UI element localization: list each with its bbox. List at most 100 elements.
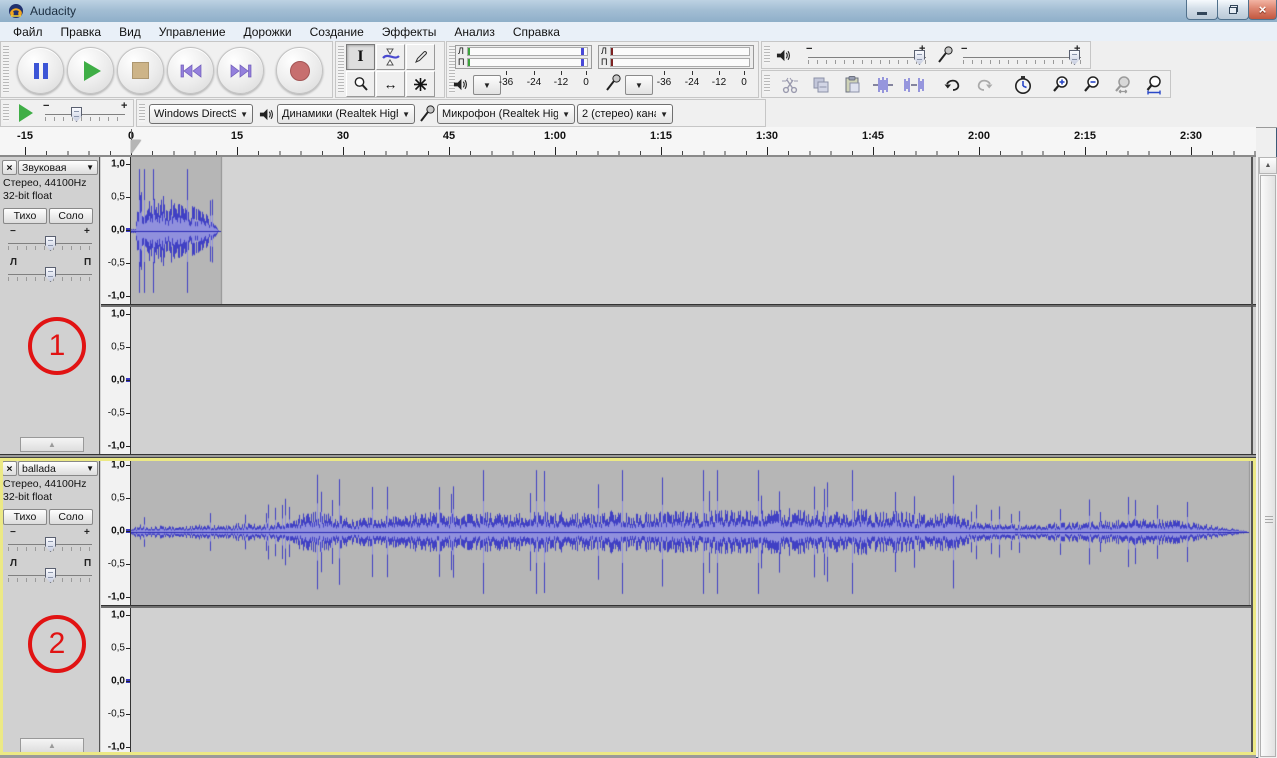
recording-channels-dropdown[interactable]: 2 (стерео) канал▼ (577, 104, 673, 124)
skip-start-button[interactable] (167, 47, 214, 94)
playback-meter-start-mark (468, 48, 470, 55)
menu-file[interactable]: Файл (4, 25, 52, 39)
cut-button[interactable] (775, 72, 805, 97)
redo-icon (974, 75, 994, 95)
zoom-in-button[interactable] (1046, 72, 1076, 97)
redo-button[interactable] (969, 72, 999, 97)
annotation-circle-1: 1 (28, 317, 86, 375)
output-volume-slider[interactable] (808, 57, 926, 64)
transport-toolbar-grip[interactable] (3, 46, 9, 93)
playback-device-dropdown[interactable]: Динамики (Realtek High Defin▼ (277, 104, 415, 124)
time-shift-icon: ↔ (384, 76, 398, 92)
copy-button[interactable] (806, 72, 836, 97)
timeline-label: 2:15 (1074, 130, 1096, 142)
menu-tracks[interactable]: Дорожки (235, 25, 301, 39)
track-2-close-button[interactable]: × (2, 461, 17, 476)
skip-end-button[interactable] (217, 47, 264, 94)
menu-transport[interactable]: Управление (150, 25, 235, 39)
vertical-scrollbar[interactable]: ▲ (1258, 157, 1277, 758)
fit-project-button[interactable] (1139, 72, 1169, 97)
track-2-ch1-ruler[interactable]: 1,0 0,5 0,0 -0,5 -1,0 (101, 458, 131, 605)
play-speed-slider[interactable] (45, 114, 125, 121)
track-1-ch1-ruler[interactable]: 1,0 0,5 0,0 -0,5 -1,0 (101, 157, 131, 304)
timeline-minor-ticks (25, 151, 1256, 155)
undo-button[interactable] (938, 72, 968, 97)
mixer-toolbar-grip[interactable] (764, 46, 770, 64)
trim-button[interactable] (868, 72, 898, 97)
paste-button[interactable] (837, 72, 867, 97)
edit-toolbar-grip[interactable] (764, 75, 770, 93)
multi-tool-button[interactable] (406, 71, 435, 97)
track-2-ch2-ruler[interactable]: 1,0 0,5 0,0 -0,5 -1,0 (101, 608, 131, 755)
stop-button[interactable] (117, 47, 164, 94)
menu-generate[interactable]: Создание (301, 25, 373, 39)
recording-meter-dropdown[interactable]: ▼ (625, 75, 653, 95)
zoom-in-icon (1051, 75, 1071, 95)
track-2-solo-button[interactable]: Соло (49, 509, 93, 525)
track-1-mute-button[interactable]: Тихо (3, 208, 47, 224)
track-2-mute-button[interactable]: Тихо (3, 509, 47, 525)
timer-record-button[interactable] (1008, 72, 1038, 97)
time-shift-tool-button[interactable]: ↔ (376, 71, 405, 97)
selection-tool-button[interactable]: I (346, 44, 375, 70)
play-speed-toolbar-grip[interactable] (3, 104, 9, 122)
scrollbar-up-arrow[interactable]: ▲ (1259, 157, 1277, 174)
waveform-track2-ch2[interactable] (131, 458, 1251, 605)
zoom-tool-button[interactable] (346, 71, 375, 97)
menu-view[interactable]: Вид (110, 25, 150, 39)
fit-selection-button[interactable] (1108, 72, 1138, 97)
meter-toolbar: Л П Л П (446, 41, 759, 98)
track-menu-caret-icon: ▼ (86, 464, 94, 473)
play-at-speed-button[interactable] (13, 102, 39, 124)
track-2-collapse-button[interactable]: ▲ (20, 738, 84, 753)
minimize-button[interactable] (1186, 0, 1218, 20)
track-1-name-menu[interactable]: Звуковая ▼ (18, 160, 98, 175)
play-button[interactable] (67, 47, 114, 94)
menu-analyze[interactable]: Анализ (445, 25, 504, 39)
track-1-pan-right: П (84, 257, 91, 268)
silence-button[interactable] (899, 72, 929, 97)
envelope-tool-button[interactable] (376, 44, 405, 70)
speaker-icon (776, 48, 791, 63)
track-1-solo-button[interactable]: Соло (49, 208, 93, 224)
menu-edit[interactable]: Правка (52, 25, 111, 39)
device-toolbar-grip[interactable] (139, 104, 145, 122)
track-1-collapse-button[interactable]: ▲ (20, 437, 84, 452)
track-1-close-button[interactable]: × (2, 160, 17, 175)
recording-meter-right-label: П (601, 57, 607, 68)
playhead-cursor[interactable] (131, 140, 141, 154)
audio-host-dropdown[interactable]: Windows DirectSo▼ (149, 104, 253, 124)
recording-meter-start-mark (611, 48, 613, 55)
recording-device-dropdown[interactable]: Микрофон (Realtek High Defir▼ (437, 104, 575, 124)
toolbar-dock: I ↔ (0, 41, 1277, 128)
pause-button[interactable] (17, 47, 64, 94)
close-button[interactable]: × (1248, 0, 1277, 20)
microphone-icon (605, 73, 622, 92)
playback-meter-dropdown[interactable]: ▼ (473, 75, 501, 95)
track-2-name-menu[interactable]: ballada ▼ (18, 461, 98, 476)
menu-help[interactable]: Справка (504, 25, 569, 39)
zoom-out-button[interactable] (1077, 72, 1107, 97)
track-2-format: Стерео, 44100Hz (3, 478, 87, 490)
stop-icon (132, 62, 149, 79)
microphone-icon (419, 104, 436, 123)
menu-effects[interactable]: Эффекты (373, 25, 446, 39)
timeline-ruler[interactable]: -15 0 15 30 45 1:00 1:15 1:30 1:45 2:00 … (0, 127, 1256, 157)
timeline-label: 1:30 (756, 130, 778, 142)
tools-toolbar-grip[interactable] (338, 46, 344, 93)
dropdown-caret-icon: ▼ (398, 110, 410, 119)
playback-meter-left-bar (467, 47, 588, 56)
draw-tool-button[interactable] (406, 44, 435, 70)
input-volume-slider[interactable] (963, 57, 1081, 64)
waveform-track1-ch2[interactable] (131, 157, 1251, 304)
record-button[interactable] (276, 47, 323, 94)
title-bar[interactable]: Audacity × (0, 0, 1277, 23)
pause-icon (34, 63, 48, 79)
recording-meter[interactable]: Л П (598, 45, 754, 69)
track-1-ch2-ruler[interactable]: 1,0 0,5 0,0 -0,5 -1,0 (101, 307, 131, 454)
restore-button[interactable] (1217, 0, 1249, 20)
scale-label: -36 (499, 77, 513, 88)
playback-meter[interactable]: Л П (455, 45, 592, 69)
scale-label: -24 (685, 77, 699, 88)
scrollbar-thumb[interactable] (1260, 175, 1276, 757)
